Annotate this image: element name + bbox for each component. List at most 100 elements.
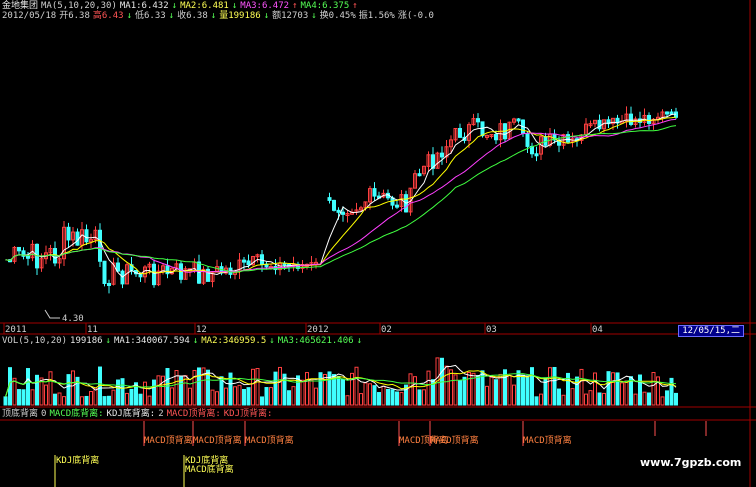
volume-bar: [107, 395, 111, 406]
volume-bar: [309, 379, 314, 406]
volume-bar: [233, 386, 237, 406]
volume-bar: [147, 395, 152, 406]
candle-body: [246, 260, 251, 266]
volume-bar: [624, 380, 629, 406]
candle-body: [327, 197, 332, 201]
volume-bar: [498, 373, 503, 406]
month-label: 2012: [307, 325, 329, 335]
candle-body: [647, 114, 651, 124]
volume-bar: [579, 368, 584, 406]
volume-bar: [426, 370, 431, 406]
volume-bar: [642, 391, 647, 406]
volume-bar: [89, 391, 93, 406]
volume-bar: [26, 368, 30, 406]
signal-header: 顶底背离 0 MACD底背离: KDJ底背离: 2 MACD顶背离: KDJ顶背离:: [2, 409, 275, 420]
volume-bar: [287, 390, 291, 406]
volume-bar: [606, 371, 611, 406]
candle-body: [534, 153, 539, 157]
volume-bar: [30, 389, 35, 406]
volume-bar: [192, 369, 197, 406]
volume-bar: [552, 366, 557, 406]
volume-bar: [80, 396, 84, 406]
volume-bar: [651, 372, 656, 406]
volume-header: VOL(5,10,20) 199186 ↓ MA1:340067.594 ↓ MA2:34…: [2, 336, 365, 347]
volume-bar: [381, 385, 386, 406]
volume-bar: [665, 390, 669, 406]
candle-body: [242, 259, 246, 263]
volume-bar: [345, 395, 350, 406]
candle-body: [107, 282, 111, 286]
volume-bar: [584, 393, 588, 406]
volume-bar: [638, 374, 642, 406]
signal-value: 0: [41, 409, 47, 419]
volume-bar: [111, 389, 116, 406]
volume-bar: [521, 374, 525, 406]
candle-body: [669, 111, 674, 115]
current-date-cursor[interactable]: 12/05/15,二: [678, 325, 744, 337]
volume-bar: [35, 374, 39, 406]
stock-chart-window: 金地集团 MA(5,10,20,30) MA1:6.432 ↓ MA2:6.481 ↓ MA…: [0, 0, 756, 487]
month-label: 02: [381, 325, 392, 335]
vol-ma3: MA3:465621.406: [277, 336, 354, 346]
candle-body: [566, 134, 570, 143]
volume-bar: [93, 387, 98, 406]
candle-body: [476, 118, 480, 123]
macd-bottom-label: MACD底背离:: [49, 409, 104, 419]
volume-bar: [588, 390, 593, 406]
macd-top-signal: MACD顶背离: [523, 436, 572, 446]
candle-body: [341, 211, 345, 215]
volume-bar: [215, 391, 219, 406]
low-price-marker: 4.30: [62, 314, 84, 324]
volume-bar: [575, 376, 579, 406]
ma20-line: [5, 118, 677, 273]
volume-bar: [669, 377, 674, 406]
volume-bar: [561, 394, 566, 406]
volume-bar: [354, 366, 359, 406]
volume-bar: [116, 379, 120, 406]
down-arrow-icon: ↓: [105, 336, 111, 346]
volume-bar: [485, 385, 489, 406]
volume-bar: [228, 372, 233, 406]
vol-ma1: MA1:340067.594: [113, 336, 190, 346]
month-label: 11: [87, 325, 98, 335]
volume-bar: [408, 373, 413, 406]
volume-bar: [377, 392, 381, 406]
volume-bar: [53, 393, 57, 406]
volume-bar: [48, 371, 53, 406]
volume-bar: [156, 375, 161, 406]
volume-bar: [336, 375, 341, 406]
volume-bar: [359, 393, 363, 406]
volume-bar: [368, 383, 372, 406]
divergence-signal-lines: [54, 421, 707, 487]
volume-bar: [318, 372, 323, 406]
volume-bar: [246, 387, 251, 406]
macd-top-signal: MACD顶背离: [193, 436, 242, 446]
volume-bar-series: [3, 357, 678, 406]
volume-bar: [210, 389, 215, 406]
volume-bar: [62, 396, 66, 406]
candle-body: [458, 128, 462, 138]
candle-body: [525, 133, 530, 147]
volume-bar: [507, 374, 512, 406]
month-label: 04: [592, 325, 603, 335]
volume-bar: [237, 384, 242, 406]
volume-bar: [620, 382, 624, 406]
volume-bar: [548, 367, 552, 406]
candle-body: [372, 188, 377, 197]
volume-bar: [102, 396, 107, 406]
volume-bar: [593, 372, 597, 406]
volume-bar: [129, 388, 134, 406]
candle-body: [152, 263, 156, 286]
volume-bar: [224, 387, 228, 406]
volume-bar: [458, 380, 462, 406]
volume-bar: [120, 378, 125, 406]
signal-title: 顶底背离: [2, 409, 39, 419]
volume-bar: [3, 396, 8, 406]
volume-bar: [260, 396, 264, 406]
volume-bar: [602, 392, 606, 406]
volume-bar: [66, 374, 71, 406]
volume-bar: [183, 375, 188, 406]
macd-bottom-signal: MACD底背离: [185, 465, 234, 475]
candlestick-series: [8, 106, 678, 294]
kdj-top-label: KDJ顶背离:: [223, 409, 273, 419]
